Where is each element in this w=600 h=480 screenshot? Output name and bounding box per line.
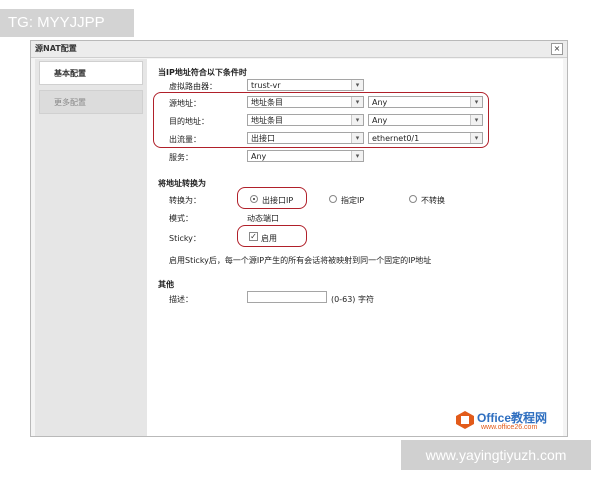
radio-no-translate[interactable]	[409, 195, 417, 203]
sticky-highlight	[237, 225, 307, 247]
source-nat-dialog: 源NAT配置 × 基本配置 更多配置 当IP地址符合以下条件时 虚拟路由器： t…	[30, 40, 568, 437]
translation-heading: 将地址转换为	[158, 179, 206, 188]
service-value: Any	[251, 152, 267, 161]
watermark-bottom: www.yayingtiyuzh.com	[401, 440, 591, 470]
sidebar: 基本配置 更多配置	[35, 59, 147, 436]
other-heading: 其他	[158, 280, 174, 289]
tab-more-config[interactable]: 更多配置	[39, 90, 143, 114]
virtual-router-label: 虚拟路由器：	[169, 82, 217, 91]
service-label: 服务：	[169, 153, 193, 162]
office-logo-icon	[456, 411, 474, 429]
radio-specified-ip[interactable]	[329, 195, 337, 203]
chevron-down-icon: ▾	[351, 151, 363, 161]
translate-to-label: 转换为：	[169, 196, 201, 205]
dialog-title: 源NAT配置	[35, 44, 77, 53]
close-icon[interactable]: ×	[551, 43, 563, 55]
service-select[interactable]: Any ▾	[247, 150, 364, 162]
sticky-label: Sticky：	[169, 234, 201, 243]
chevron-down-icon: ▾	[351, 80, 363, 90]
watermark-top: TG: MYYJJPP	[0, 9, 134, 37]
description-label: 描述：	[169, 295, 193, 304]
virtual-router-select[interactable]: trust-vr ▾	[247, 79, 364, 91]
mode-value: 动态端口	[247, 214, 279, 223]
option-specified-ip-label: 指定IP	[341, 196, 365, 205]
description-input[interactable]	[247, 291, 327, 303]
sticky-note: 启用Sticky后，每一个源IP产生的所有会话将被映射到同一个固定的IP地址	[169, 256, 432, 265]
main-panel: 当IP地址符合以下条件时 虚拟路由器： trust-vr ▾ 源地址： 地址条目…	[147, 59, 563, 436]
egress-ip-highlight	[237, 187, 307, 209]
conditions-highlight	[153, 92, 489, 148]
option-no-translate-label: 不转换	[421, 196, 445, 205]
tab-basic-config[interactable]: 基本配置	[39, 61, 143, 85]
virtual-router-value: trust-vr	[251, 81, 281, 90]
office-logo: Office教程网 www.office26.com	[455, 407, 565, 435]
office-logo-url: www.office26.com	[481, 424, 538, 431]
mode-label: 模式：	[169, 214, 193, 223]
dialog-titlebar: 源NAT配置 ×	[31, 41, 567, 58]
description-hint: (0-63) 字符	[331, 295, 374, 304]
conditions-heading: 当IP地址符合以下条件时	[158, 68, 247, 77]
